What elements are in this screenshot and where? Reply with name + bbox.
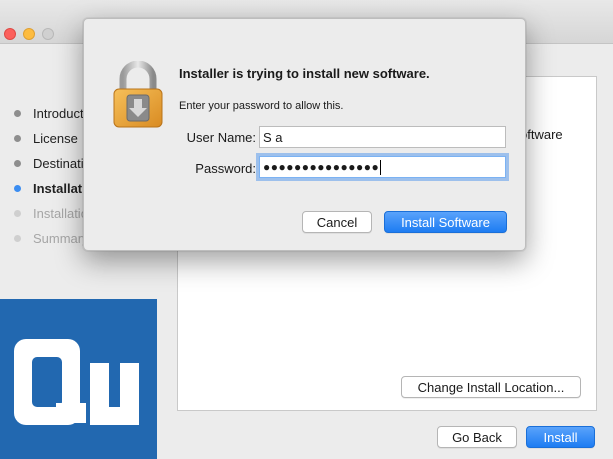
- username-value: S a: [263, 129, 283, 145]
- step-license: License: [14, 129, 94, 147]
- step-destination: Destination Select: [14, 154, 94, 172]
- lock-icon: [113, 61, 163, 128]
- install-software-button[interactable]: Install Software: [384, 211, 507, 233]
- dialog-subtitle: Enter your password to allow this.: [179, 100, 344, 112]
- install-button[interactable]: Install: [526, 426, 595, 448]
- zoom-window-button: [42, 28, 54, 40]
- password-value: ●●●●●●●●●●●●●●●: [263, 160, 380, 174]
- go-back-button[interactable]: Go Back: [437, 426, 517, 448]
- password-field[interactable]: ●●●●●●●●●●●●●●●: [259, 156, 506, 178]
- step-introduction: Introduction: [14, 104, 94, 122]
- dialog-title: Installer is trying to install new softw…: [179, 66, 430, 81]
- minimize-window-button[interactable]: [23, 28, 35, 40]
- step-installation: Installation: [14, 204, 94, 222]
- qu-logo-icon: [14, 339, 139, 425]
- step-bullet-icon: [14, 109, 21, 117]
- cancel-button[interactable]: Cancel: [302, 211, 372, 233]
- step-installation-type: Installation Type: [14, 179, 94, 197]
- step-bullet-icon: [14, 209, 21, 217]
- step-label: Summary: [33, 230, 89, 246]
- step-summary: Summary: [14, 229, 94, 247]
- step-bullet-icon: [14, 234, 21, 242]
- step-bullet-icon: [14, 159, 21, 167]
- authentication-dialog: Installer is trying to install new softw…: [83, 18, 526, 251]
- step-bullet-icon: [14, 184, 21, 192]
- close-window-button[interactable]: [4, 28, 16, 40]
- step-bullet-icon: [14, 134, 21, 142]
- password-label: Password:: [195, 161, 256, 176]
- app-logo: [0, 299, 157, 459]
- username-field[interactable]: S a: [259, 126, 506, 148]
- content-text: oftware: [520, 127, 563, 142]
- step-label: License: [33, 130, 78, 146]
- change-install-location-button[interactable]: Change Install Location...: [401, 376, 581, 398]
- text-caret: [380, 159, 382, 175]
- username-label: User Name:: [186, 130, 256, 145]
